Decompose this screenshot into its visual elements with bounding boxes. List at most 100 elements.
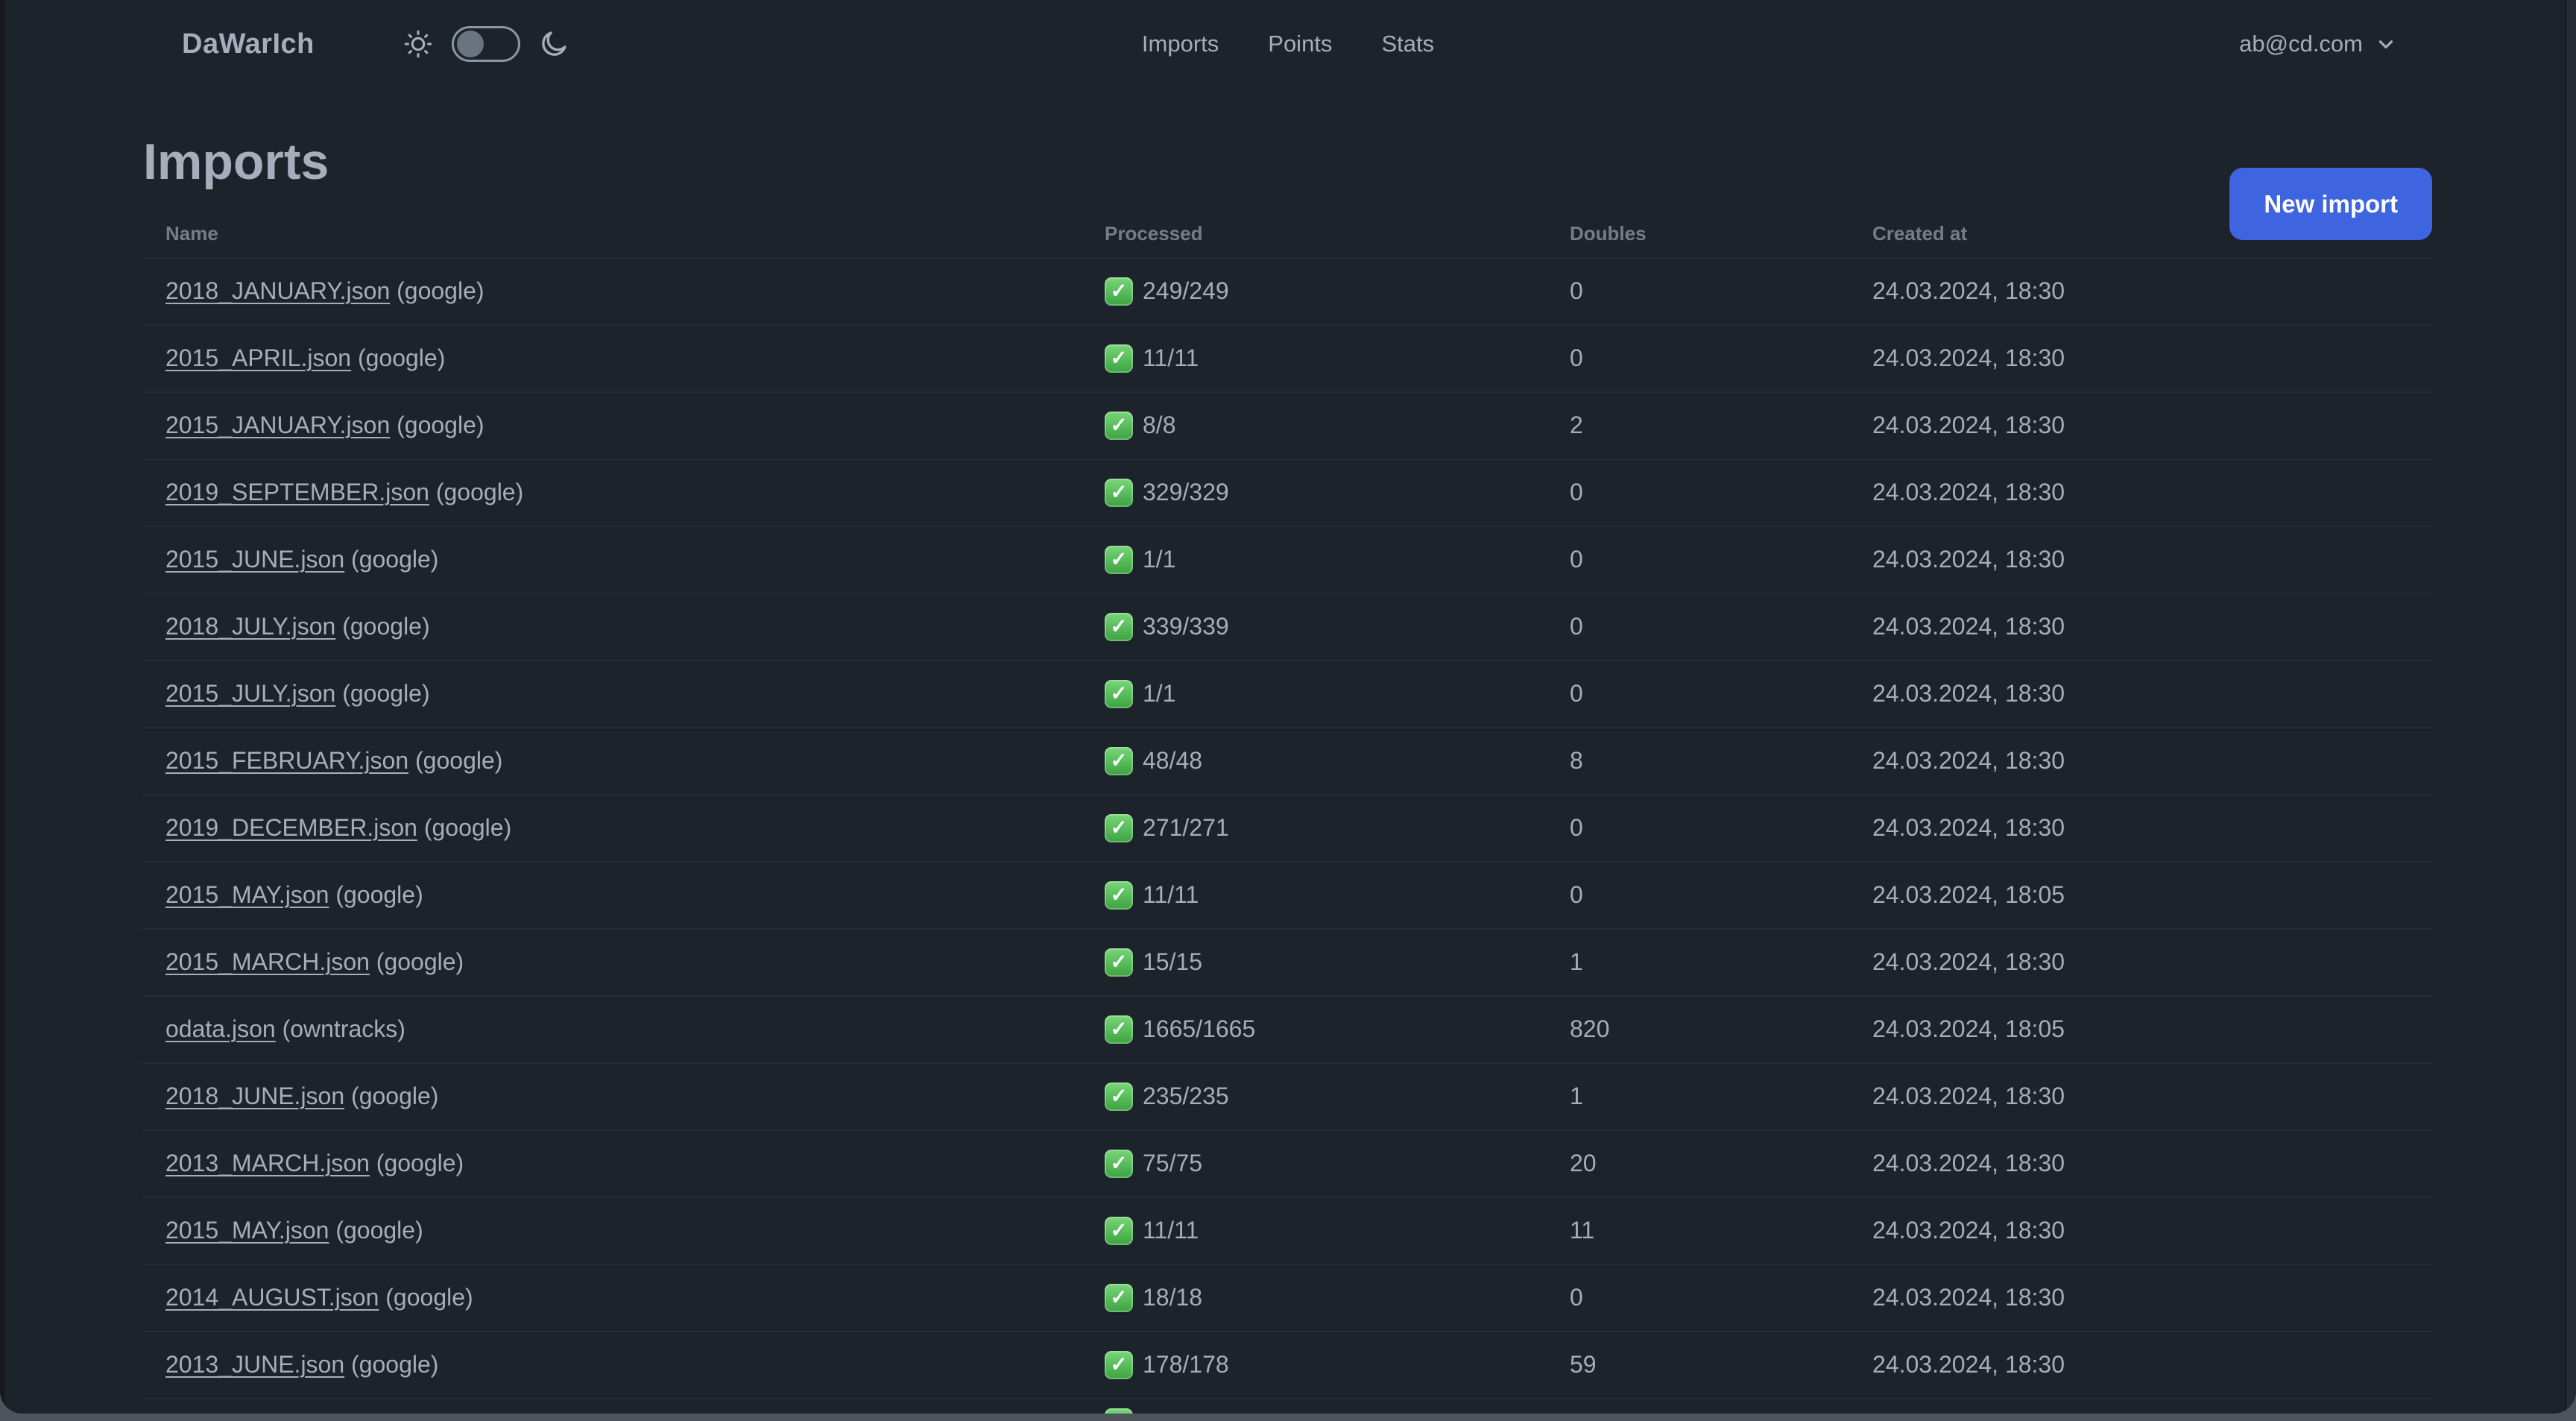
column-header-processed: Processed — [1105, 222, 1203, 245]
import-file-link[interactable]: 2015_FEBRUARY.json — [165, 747, 408, 774]
import-source: (google) — [385, 1284, 473, 1311]
created-at: 24.03.2024, 18:30 — [1872, 1150, 2065, 1177]
processed-count: 339/339 — [1143, 613, 1229, 640]
table-row: 2015_JUNE.json (google) ✓ 1/1 0 24.03.20… — [143, 525, 2432, 593]
name-cell: 2018_JULY.json (google) — [165, 613, 1105, 640]
created-at: 24.03.2024, 18:30 — [1872, 1284, 2065, 1311]
import-source: (google) — [376, 948, 464, 976]
page-title: Imports — [143, 133, 329, 190]
processed-count: 178/178 — [1143, 1351, 1229, 1379]
table-row: 2018_JUNE.json (google) ✓ 235/235 1 24.0… — [143, 1062, 2432, 1129]
nav-link-stats[interactable]: Stats — [1381, 31, 1434, 57]
doubles-count: 820 — [1570, 1015, 1610, 1043]
check-icon: ✓ — [1105, 277, 1133, 306]
processed-cell: ✓ — [1105, 1408, 1570, 1414]
import-source: (google) — [351, 1351, 439, 1379]
import-file-link[interactable]: 2015_JUNE.json — [165, 546, 344, 573]
new-import-button[interactable]: New import — [2229, 168, 2432, 240]
name-cell: odata.json (owntracks) — [165, 1015, 1105, 1043]
processed-cell: ✓ 15/15 — [1105, 948, 1570, 977]
table-row: 2015_JULY.json (google) ✓ 1/1 0 24.03.20… — [143, 659, 2432, 727]
table-row: ✓ — [143, 1397, 2432, 1414]
import-file-link[interactable]: 2019_DECEMBER.json — [165, 814, 417, 841]
import-source: (google) — [397, 277, 484, 305]
imports-table: Name Processed Doubles Created at 2018_J… — [143, 211, 2432, 1414]
user-menu[interactable]: ab@cd.com — [2239, 31, 2397, 57]
check-icon: ✓ — [1105, 1283, 1133, 1312]
processed-cell: ✓ 11/11 — [1105, 344, 1570, 373]
table-row: 2015_APRIL.json (google) ✓ 11/11 0 24.03… — [143, 324, 2432, 391]
import-source: (google) — [423, 814, 512, 842]
processed-count: 15/15 — [1143, 948, 1203, 976]
imports-page: Imports New import Name Processed Double… — [0, 134, 2576, 1414]
import-file-link[interactable]: 2015_APRIL.json — [165, 344, 351, 371]
import-source: (google) — [415, 747, 503, 775]
processed-cell: ✓ 8/8 — [1105, 411, 1570, 440]
theme-toggle[interactable] — [451, 26, 520, 62]
table-row: 2015_JANUARY.json (google) ✓ 8/8 2 24.03… — [143, 391, 2432, 459]
doubles-count: 0 — [1570, 277, 1583, 305]
processed-cell: ✓ 1665/1665 — [1105, 1015, 1570, 1044]
main-nav: Imports Points Stats — [1142, 31, 1434, 57]
import-file-link[interactable]: 2018_JULY.json — [165, 613, 335, 640]
import-source: (google) — [342, 613, 430, 640]
name-cell: 2013_JUNE.json (google) — [165, 1351, 1105, 1379]
import-file-link[interactable]: odata.json — [165, 1015, 276, 1042]
import-source: (owntracks) — [282, 1015, 405, 1043]
doubles-count: 0 — [1570, 479, 1583, 506]
processed-count: 11/11 — [1143, 344, 1199, 372]
created-at: 24.03.2024, 18:30 — [1872, 479, 2065, 506]
import-file-link[interactable]: 2018_JANUARY.json — [165, 277, 390, 304]
check-icon: ✓ — [1105, 411, 1133, 440]
name-cell: 2015_JULY.json (google) — [165, 680, 1105, 708]
name-cell: 2014_AUGUST.json (google) — [165, 1284, 1105, 1311]
check-icon: ✓ — [1105, 1408, 1133, 1414]
app-logo[interactable]: DaWarIch — [182, 28, 315, 60]
table-row: 2018_JULY.json (google) ✓ 339/339 0 24.0… — [143, 592, 2432, 660]
processed-cell: ✓ 178/178 — [1105, 1350, 1570, 1379]
nav-link-points[interactable]: Points — [1268, 31, 1332, 57]
import-file-link[interactable]: 2018_JUNE.json — [165, 1083, 344, 1109]
check-icon: ✓ — [1105, 1082, 1133, 1111]
doubles-count: 0 — [1570, 680, 1583, 708]
check-icon: ✓ — [1105, 612, 1133, 641]
import-file-link[interactable]: 2015_JULY.json — [165, 680, 335, 707]
doubles-count: 1 — [1570, 1083, 1583, 1110]
name-cell: 2015_MARCH.json (google) — [165, 948, 1105, 976]
table-header-row: Name Processed Doubles Created at — [143, 211, 2432, 257]
theme-switcher — [402, 26, 569, 62]
scrollbar[interactable] — [2565, 0, 2576, 1414]
processed-count: 11/11 — [1143, 881, 1199, 909]
doubles-count: 59 — [1570, 1351, 1597, 1379]
import-source: (google) — [351, 546, 439, 573]
created-at: 24.03.2024, 18:30 — [1872, 747, 2065, 775]
import-file-link[interactable]: 2015_MARCH.json — [165, 948, 370, 975]
import-file-link[interactable]: 2015_MAY.json — [165, 881, 329, 908]
user-email[interactable]: ab@cd.com — [2239, 31, 2363, 57]
import-file-link[interactable]: 2015_JANUARY.json — [165, 412, 390, 438]
nav-link-imports[interactable]: Imports — [1142, 31, 1219, 57]
import-source: (google) — [335, 881, 423, 909]
check-icon: ✓ — [1105, 1149, 1133, 1178]
doubles-count: 8 — [1570, 747, 1583, 775]
processed-count: 11/11 — [1143, 1217, 1199, 1244]
theme-toggle-knob — [456, 31, 484, 57]
doubles-count: 0 — [1570, 344, 1583, 372]
table-row: 2019_SEPTEMBER.json (google) ✓ 329/329 0… — [143, 458, 2432, 526]
created-at: 24.03.2024, 18:30 — [1872, 277, 2065, 305]
processed-cell: ✓ 1/1 — [1105, 545, 1570, 574]
import-source: (google) — [435, 479, 524, 506]
import-file-link[interactable]: 2019_SEPTEMBER.json — [165, 479, 429, 505]
import-file-link[interactable]: 2015_MAY.json — [165, 1217, 329, 1244]
navbar: DaWarIch Imports Points Stats ab@cd.com — [0, 0, 2576, 88]
import-source: (google) — [357, 344, 446, 372]
import-file-link[interactable]: 2014_AUGUST.json — [165, 1284, 379, 1311]
processed-cell: ✓ 18/18 — [1105, 1283, 1570, 1312]
doubles-count: 0 — [1570, 546, 1583, 573]
import-file-link[interactable]: 2013_JUNE.json — [165, 1351, 344, 1378]
table-row: odata.json (owntracks) ✓ 1665/1665 820 2… — [143, 995, 2432, 1062]
created-at: 24.03.2024, 18:30 — [1872, 1217, 2065, 1244]
processed-count: 8/8 — [1143, 412, 1176, 439]
table-row: 2018_JANUARY.json (google) ✓ 249/249 0 2… — [143, 256, 2432, 324]
import-file-link[interactable]: 2013_MARCH.json — [165, 1150, 370, 1176]
